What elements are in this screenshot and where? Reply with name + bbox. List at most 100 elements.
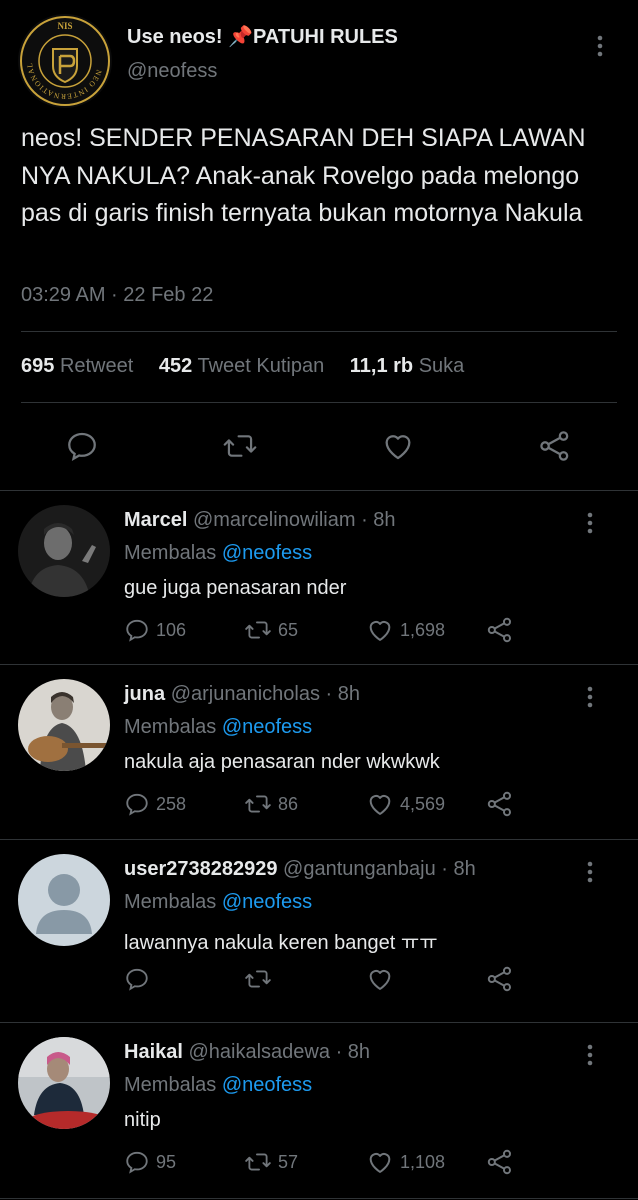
share-icon (487, 966, 512, 992)
retweet-button[interactable] (244, 964, 278, 994)
tweet-stats: 695 Retweet 452 Tweet Kutipan 11,1 rb Su… (21, 355, 484, 378)
reply-actions: 258 86 4,569 (124, 789, 624, 819)
reply-time: · 8h (361, 509, 396, 531)
default-profile-icon (18, 854, 110, 946)
reply-tweet[interactable]: Haikal @haikalsadewa · 8h Membalas @neof… (0, 1023, 638, 1199)
account-handle[interactable]: @neofess (127, 60, 217, 83)
retweet-button[interactable]: 86 (244, 789, 298, 819)
retweet-count[interactable]: 695 (21, 355, 54, 377)
like-icon (369, 1153, 391, 1173)
reply-text: gue juga penasaran nder (124, 577, 347, 599)
like-icon[interactable] (380, 428, 416, 464)
tweet-text: neos! SENDER PENASARAN DEH SIAPA LAWAN N… (21, 124, 586, 227)
like-count: 4,569 (400, 793, 446, 814)
like-button[interactable]: 1,108 (366, 1147, 445, 1177)
reply-handle[interactable]: @gantunganbaju (283, 858, 436, 880)
reply-tweet[interactable]: user2738282929 @gantunganbaju · 8h Memba… (0, 840, 638, 1016)
more-icon[interactable] (580, 683, 600, 711)
share-button[interactable] (486, 1147, 514, 1177)
reply-username[interactable]: Haikal (124, 1041, 183, 1063)
retweet-count: 65 (278, 619, 299, 640)
reply-username[interactable]: juna (124, 683, 165, 705)
retweet-button[interactable]: 65 (244, 615, 298, 645)
divider (21, 331, 617, 332)
like-button[interactable]: 1,698 (366, 615, 445, 645)
reply-icon (126, 968, 148, 991)
like-button[interactable] (366, 964, 400, 994)
replying-mention[interactable]: @neofess (222, 891, 312, 913)
account-name[interactable]: Use neos! 📌PATUHI RULES (127, 24, 398, 49)
reply-username[interactable]: user2738282929 (124, 858, 277, 880)
reply-tweet[interactable]: juna @arjunanicholas · 8h Membalas @neof… (0, 665, 638, 841)
reply-count: 95 (156, 1151, 177, 1172)
reply-icon[interactable] (64, 428, 100, 464)
replying-to: Membalas @neofess (124, 716, 312, 739)
default-avatar[interactable] (18, 854, 110, 946)
replying-label: Membalas (124, 542, 217, 564)
more-icon[interactable] (590, 32, 610, 60)
like-button[interactable]: 4,569 (366, 789, 445, 819)
reply-icon (126, 1151, 148, 1174)
main-tweet: NEO INTERNATIONAL SCHOOL NIS Use neos! 📌… (0, 0, 638, 490)
tweet-actions (0, 418, 638, 474)
reply-time: · 8h (441, 858, 476, 880)
account-avatar[interactable]: NEO INTERNATIONAL SCHOOL NIS (18, 14, 112, 108)
like-count[interactable]: 11,1 rb (350, 355, 413, 377)
retweet-button[interactable]: 57 (244, 1147, 298, 1177)
like-icon (369, 970, 391, 990)
quote-count[interactable]: 452 (159, 355, 192, 377)
avatar[interactable] (18, 679, 110, 771)
retweet-label[interactable]: Retweet (60, 355, 133, 377)
like-label[interactable]: Suka (419, 355, 465, 377)
reply-handle[interactable]: @haikalsadewa (189, 1041, 331, 1063)
school-logo-icon: NEO INTERNATIONAL SCHOOL NIS (18, 14, 110, 106)
reply-button[interactable]: 258 (124, 789, 186, 819)
retweet-count: 57 (278, 1151, 299, 1172)
share-icon[interactable] (537, 428, 573, 464)
reply-icon (126, 619, 148, 642)
reply-button[interactable]: 95 (124, 1147, 176, 1177)
reply-text: lawannya nakula keren banget ㅠㅠ (124, 932, 438, 954)
share-icon (487, 791, 512, 817)
reply-time: · 8h (335, 1041, 371, 1063)
tweet-timestamp[interactable]: 03:29 AM · 22 Feb 22 (21, 284, 213, 307)
share-button[interactable] (486, 789, 514, 819)
replying-to: Membalas @neofess (124, 542, 312, 565)
replying-label: Membalas (124, 1074, 217, 1096)
replying-mention[interactable]: @neofess (222, 716, 312, 738)
avatar[interactable] (18, 1037, 110, 1129)
divider (21, 402, 617, 403)
retweet-icon (245, 795, 271, 813)
reply-button[interactable]: 106 (124, 615, 186, 645)
reply-actions (124, 964, 624, 994)
share-button[interactable] (486, 964, 514, 994)
reply-icon (126, 793, 148, 816)
share-button[interactable] (486, 615, 514, 645)
replying-label: Membalas (124, 716, 217, 738)
retweet-icon (245, 1153, 271, 1171)
reply-count: 106 (156, 619, 187, 640)
reply-header: juna @arjunanicholas · 8h (124, 683, 360, 706)
retweet-icon[interactable] (222, 428, 258, 464)
more-icon[interactable] (580, 509, 600, 537)
reply-text: nakula aja penasaran nder wkwkwk (124, 751, 440, 773)
share-icon (487, 1149, 512, 1175)
quote-label[interactable]: Tweet Kutipan (197, 355, 324, 377)
reply-tweet[interactable]: Marcel @marcelinowiliam · 8h Membalas @n… (0, 491, 638, 667)
replying-mention[interactable]: @neofess (222, 542, 312, 564)
reply-actions: 95 57 1,108 (124, 1147, 624, 1177)
more-icon[interactable] (580, 858, 600, 886)
avatar[interactable] (18, 505, 110, 597)
replying-to: Membalas @neofess (124, 891, 312, 914)
reply-button[interactable] (124, 964, 156, 994)
like-count: 1,698 (400, 619, 446, 640)
reply-actions: 106 65 1,698 (124, 615, 624, 645)
reply-header: user2738282929 @gantunganbaju · 8h (124, 858, 476, 881)
reply-username[interactable]: Marcel (124, 509, 187, 531)
share-icon (487, 617, 512, 643)
more-icon[interactable] (580, 1041, 600, 1069)
divider (0, 1198, 638, 1199)
reply-handle[interactable]: @arjunanicholas (171, 683, 320, 705)
reply-handle[interactable]: @marcelinowiliam (193, 509, 356, 531)
replying-mention[interactable]: @neofess (222, 1074, 312, 1096)
